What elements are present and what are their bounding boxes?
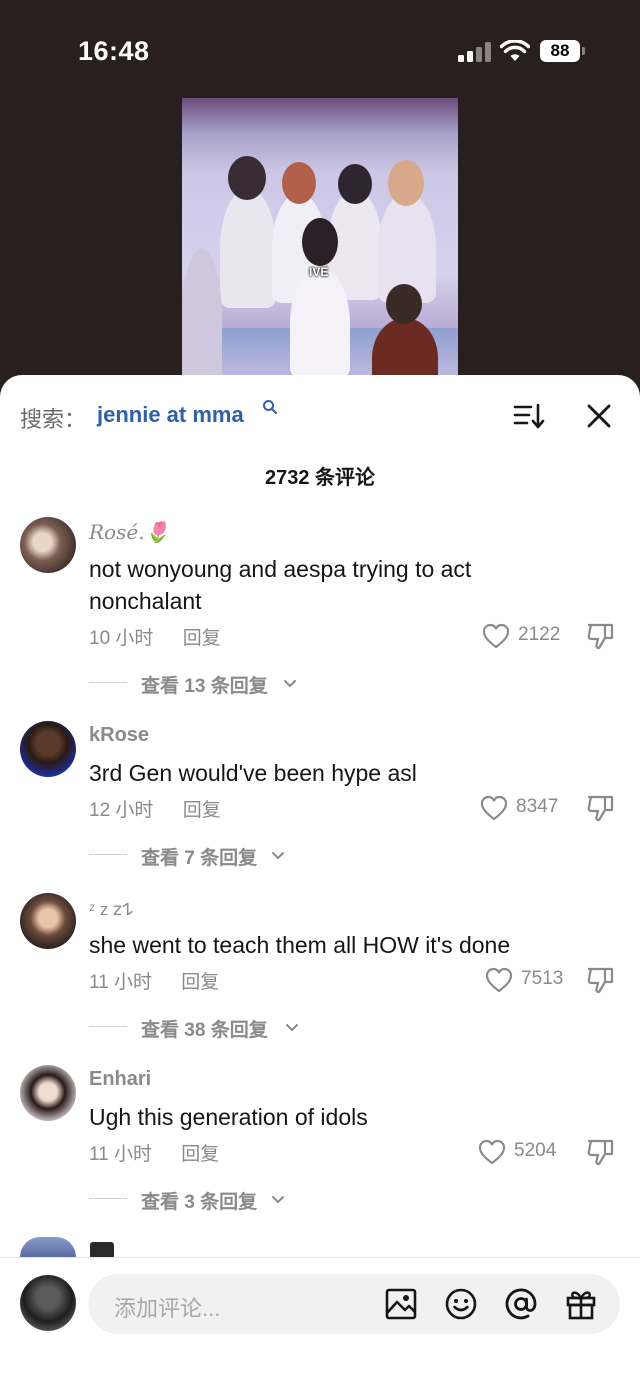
gift-icon[interactable]: [564, 1287, 598, 1321]
comment-input-bar: 添加评论...: [0, 1257, 640, 1392]
comment-text: she went to teach them all HOW it's done: [89, 932, 511, 958]
avatar[interactable]: [20, 893, 76, 949]
video-figure-head: [282, 162, 316, 204]
video-figure-head: [386, 284, 422, 324]
comment-meta: 12 小时 回复: [89, 795, 221, 822]
comment-username[interactable]: Enhari: [89, 1068, 151, 1091]
like-count: 5204: [514, 1140, 557, 1161]
like-count: 2122: [518, 624, 561, 645]
comment-time: 11 小时: [89, 972, 153, 993]
search-prefix: 搜索：: [20, 407, 87, 432]
avatar[interactable]: [20, 517, 76, 573]
comment-input[interactable]: 添加评论...: [88, 1274, 620, 1334]
heart-icon: [482, 623, 510, 649]
chevron-down-icon: [272, 852, 284, 860]
reply-button[interactable]: 回复: [181, 1144, 219, 1165]
video-player[interactable]: IVE: [182, 98, 458, 388]
status-time: 16:48: [78, 36, 150, 66]
video-figure: [290, 268, 350, 378]
video-figure-head: [228, 156, 266, 200]
view-replies-label: 查看 7 条回复: [141, 848, 258, 869]
divider: [89, 854, 127, 855]
close-icon[interactable]: [586, 403, 612, 429]
signal-icon: [458, 42, 492, 62]
view-replies-label: 查看 38 条回复: [141, 1020, 268, 1041]
view-replies-button[interactable]: 查看 3 条回复: [89, 1184, 389, 1214]
heart-icon: [480, 795, 508, 821]
comment-time: 10 小时: [89, 628, 154, 649]
chevron-down-icon: [284, 680, 296, 688]
video-figure: [182, 248, 222, 388]
divider: [89, 682, 127, 683]
view-replies-button[interactable]: 查看 7 条回复: [89, 840, 389, 870]
dislike-icon[interactable]: [586, 965, 616, 995]
like-button[interactable]: 2122: [482, 621, 572, 651]
comment-meta: 11 小时 回复: [89, 967, 219, 994]
comment-time: 11 小时: [89, 1144, 153, 1165]
search-row[interactable]: 搜索： jennie at mma: [0, 375, 640, 455]
comment-text: Ugh this generation of idols: [89, 1104, 368, 1130]
view-replies-label: 查看 13 条回复: [141, 676, 268, 697]
avatar[interactable]: [20, 1065, 76, 1121]
comment-meta: 10 小时 回复: [89, 623, 221, 650]
reply-button[interactable]: 回复: [181, 972, 219, 993]
dislike-icon[interactable]: [586, 621, 616, 651]
partial-username-badge: [90, 1242, 114, 1257]
reply-button[interactable]: 回复: [183, 800, 221, 821]
comment-item: kRose 3rd Gen would've been hype asl 12 …: [0, 721, 640, 869]
like-button[interactable]: 5204: [478, 1137, 568, 1167]
mention-icon[interactable]: [504, 1287, 538, 1321]
comment-item: Enhari Ugh this generation of idols 11 小…: [0, 1065, 640, 1213]
video-figure-head: [388, 160, 424, 206]
video-figure-head: [338, 164, 372, 204]
heart-icon: [485, 967, 513, 993]
divider: [89, 1026, 127, 1027]
video-figure-head: [302, 218, 338, 266]
comment-username[interactable]: ᶻ z 𝗓𐰁: [89, 897, 133, 920]
battery-icon: 88: [540, 40, 580, 62]
comment-username[interactable]: Rosé.🌷: [89, 520, 169, 544]
avatar[interactable]: [20, 721, 76, 777]
sort-icon[interactable]: [513, 402, 545, 430]
like-button[interactable]: 8347: [480, 793, 570, 823]
comment-item: Rosé.🌷 not wonyoung and aespa trying to …: [0, 517, 640, 697]
comment-sheet: 搜索： jennie at mma 2732 条评论 Rosé.🌷 not wo…: [0, 375, 640, 1391]
comment-item: ᶻ z 𝗓𐰁 she went to teach them all HOW it…: [0, 893, 640, 1041]
comment-text: not wonyoung and aespa trying to act non…: [89, 556, 472, 614]
status-bar: 16:48 88: [0, 0, 640, 100]
comment-username[interactable]: kRose: [89, 724, 149, 747]
view-replies-button[interactable]: 查看 13 条回复: [89, 668, 389, 698]
image-icon[interactable]: [384, 1287, 418, 1321]
video-figure: [220, 188, 276, 308]
comment-text: 3rd Gen would've been hype asl: [89, 760, 417, 786]
comment-time: 12 小时: [89, 800, 154, 821]
chevron-down-icon: [286, 1024, 298, 1032]
search-term-link[interactable]: jennie at mma: [97, 402, 244, 428]
search-icon[interactable]: [262, 399, 278, 415]
chevron-down-icon: [272, 1196, 284, 1204]
view-replies-label: 查看 3 条回复: [141, 1192, 258, 1213]
like-count: 8347: [516, 796, 559, 817]
avatar[interactable]: [20, 1275, 76, 1331]
like-button[interactable]: 7513: [485, 965, 575, 995]
video-caption: IVE: [309, 265, 329, 279]
comment-input-placeholder: 添加评论...: [114, 1296, 221, 1321]
emoji-icon[interactable]: [444, 1287, 478, 1321]
comment-meta: 11 小时 回复: [89, 1139, 219, 1166]
battery-tip: [582, 47, 585, 55]
comment-count: 2732 条评论: [264, 467, 376, 489]
reply-button[interactable]: 回复: [183, 628, 221, 649]
avatar[interactable]: [20, 1237, 76, 1257]
heart-icon: [478, 1139, 506, 1165]
view-replies-button[interactable]: 查看 38 条回复: [89, 1012, 389, 1042]
divider: [89, 1198, 127, 1199]
dislike-icon[interactable]: [586, 1137, 616, 1167]
dislike-icon[interactable]: [586, 793, 616, 823]
wifi-icon: [500, 40, 530, 61]
like-count: 7513: [521, 968, 564, 989]
